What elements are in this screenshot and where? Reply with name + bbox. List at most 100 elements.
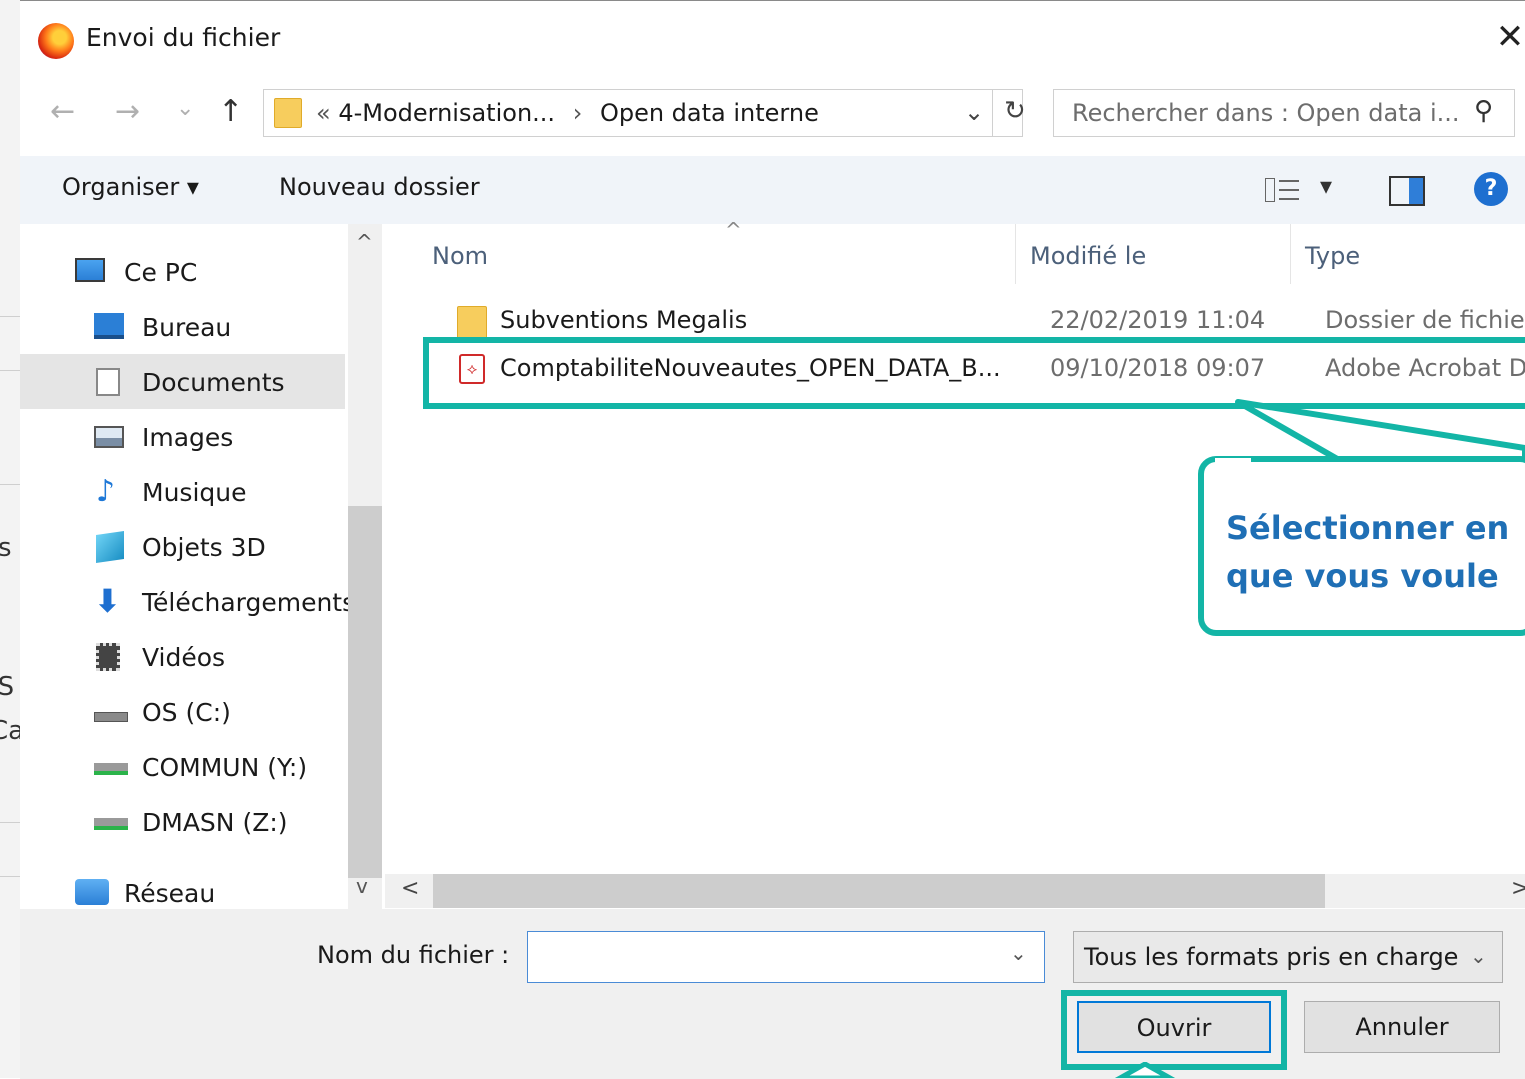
sidebar-item-label: Téléchargements (142, 588, 356, 617)
scroll-up-button[interactable]: ^ (356, 230, 373, 254)
folder-icon (457, 306, 487, 340)
cancel-button[interactable]: Annuler (1304, 1001, 1500, 1053)
dialog-title: Envoi du fichier (86, 23, 281, 52)
desktop-icon (94, 313, 124, 339)
new-folder-button[interactable]: Nouveau dossier (279, 173, 480, 201)
sidebar-item-label: COMMUN (Y:) (142, 753, 308, 782)
recent-locations-button[interactable]: ⌄ (176, 89, 194, 129)
preview-pane-icon (1409, 178, 1423, 204)
network-drive-icon (94, 763, 128, 775)
scrollbar-thumb[interactable] (348, 506, 382, 878)
column-header-name[interactable]: Nom (432, 242, 488, 270)
sort-indicator-icon: ^ (725, 218, 742, 242)
folder-icon (274, 98, 302, 128)
search-box[interactable]: Rechercher dans : Open data i... ⚲ (1053, 89, 1515, 137)
column-divider[interactable] (1290, 224, 1291, 284)
breadcrumb: « 4-Modernisation... › Open data interne (316, 99, 819, 127)
breadcrumb-item[interactable]: Open data interne (600, 99, 819, 127)
preview-pane-button[interactable] (1389, 176, 1425, 206)
navigation-pane: Ce PC Bureau Documents Images ♪ Musique … (20, 224, 385, 909)
videos-icon (96, 643, 120, 671)
command-bar: Organiser ▾ Nouveau dossier ▾ ? (20, 156, 1525, 224)
instruction-callout: Sélectionner en que vous voule (1198, 456, 1525, 636)
sidebar-item-bureau[interactable]: Bureau (20, 299, 345, 354)
callout-text: Sélectionner en que vous voule (1226, 504, 1509, 600)
sidebar-item-label: Documents (142, 368, 285, 397)
details-view-icon (1265, 178, 1275, 202)
refresh-button[interactable]: ↻ (1004, 96, 1026, 126)
highlight-open-button (1061, 990, 1287, 1070)
back-button[interactable]: ← (50, 92, 75, 132)
background-text: s (0, 533, 12, 563)
address-dropdown-button[interactable]: ⌄ (964, 98, 984, 126)
sidebar-item-label: OS (C:) (142, 698, 231, 727)
sidebar-item-dmasn-z[interactable]: DMASN (Z:) (20, 794, 345, 849)
background-divider (0, 876, 20, 877)
firefox-icon (38, 23, 74, 59)
column-divider[interactable] (1015, 224, 1016, 284)
filename-dropdown-button[interactable]: ⌄ (1010, 941, 1027, 965)
horizontal-scrollbar[interactable]: < > (385, 874, 1525, 908)
sidebar-item-label: DMASN (Z:) (142, 808, 288, 837)
details-view-icon-line (1279, 180, 1299, 182)
sidebar-item-label: Ce PC (124, 258, 198, 287)
file-type-select[interactable]: Tous les formats pris en charge ⌄ (1073, 931, 1503, 983)
sidebar-item-documents[interactable]: Documents (20, 354, 345, 409)
view-options-button[interactable] (1265, 176, 1301, 204)
address-divider (992, 90, 993, 136)
sidebar-item-label: Vidéos (142, 643, 226, 672)
sidebar-item-videos[interactable]: Vidéos (20, 629, 345, 684)
file-type: Dossier de fichiers (1325, 306, 1525, 334)
details-view-icon-line (1279, 189, 1299, 191)
arrow-pointer-icon (1114, 1062, 1176, 1078)
sidebar-item-images[interactable]: Images (20, 409, 345, 464)
breadcrumb-item[interactable]: 4-Modernisation... (338, 99, 555, 127)
file-modified: 22/02/2019 11:04 (1050, 306, 1266, 334)
close-button[interactable]: ✕ (1490, 15, 1525, 59)
title-bar: Envoi du fichier ✕ (20, 1, 1525, 75)
network-drive-icon (94, 818, 128, 830)
background-text: JS (0, 672, 15, 702)
organise-menu-button[interactable]: Organiser ▾ (62, 173, 199, 201)
filename-input[interactable] (527, 931, 1045, 983)
column-header-modified[interactable]: Modifié le (1030, 242, 1146, 270)
up-button[interactable]: ↑ (218, 92, 243, 132)
breadcrumb-overflow[interactable]: « (316, 99, 331, 127)
background-divider (0, 822, 20, 823)
sidebar-item-label: Musique (142, 478, 247, 507)
scroll-right-button[interactable]: > (1511, 876, 1525, 901)
sidebar-item-objets-3d[interactable]: Objets 3D (20, 519, 345, 574)
objects-3d-icon (96, 531, 124, 563)
background-divider (0, 370, 20, 371)
callout-line: Sélectionner en (1226, 509, 1510, 547)
sidebar-item-ce-pc[interactable]: Ce PC (20, 244, 345, 299)
dialog-footer: Nom du fichier : ⌄ Tous les formats pris… (20, 909, 1525, 1079)
view-dropdown-button[interactable]: ▾ (1320, 172, 1332, 200)
column-header-type[interactable]: Type (1305, 242, 1360, 270)
downloads-icon: ⬇ (94, 582, 121, 620)
scrollbar-thumb[interactable] (433, 874, 1325, 908)
documents-icon (96, 368, 120, 396)
search-input[interactable]: Rechercher dans : Open data i... (1072, 99, 1460, 127)
callout-seam (1215, 458, 1251, 464)
sidebar-item-commun-y[interactable]: COMMUN (Y:) (20, 739, 345, 794)
filename-label: Nom du fichier : (317, 941, 510, 969)
background-window: s JS Ca (0, 0, 24, 1078)
navigation-scrollbar[interactable]: ^ v (348, 224, 382, 909)
help-button[interactable]: ? (1474, 172, 1508, 206)
file-name: Subventions Megalis (500, 306, 748, 334)
forward-button[interactable]: → (115, 92, 140, 132)
computer-icon (75, 258, 105, 282)
breadcrumb-separator[interactable]: › (573, 99, 583, 127)
sidebar-item-os-c[interactable]: OS (C:) (20, 684, 345, 739)
scroll-left-button[interactable]: < (401, 876, 419, 901)
background-divider (0, 316, 20, 317)
sidebar-item-musique[interactable]: ♪ Musique (20, 464, 345, 519)
scroll-down-button[interactable]: v (356, 874, 368, 898)
sidebar-item-telechargements[interactable]: ⬇ Téléchargements (20, 574, 355, 629)
drive-c-icon (94, 712, 128, 722)
background-divider (0, 484, 20, 485)
network-icon (75, 879, 109, 905)
address-bar[interactable]: « 4-Modernisation... › Open data interne… (263, 89, 1026, 137)
sidebar-item-label: Réseau (124, 879, 216, 908)
